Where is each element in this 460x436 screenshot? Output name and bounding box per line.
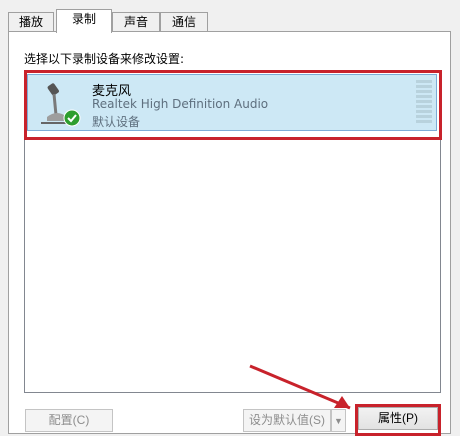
properties-button[interactable]: 属性(P)	[358, 407, 438, 430]
tab-recording[interactable]: 录制	[56, 9, 112, 33]
tab-playback[interactable]: 播放	[8, 12, 54, 31]
check-icon	[63, 109, 81, 127]
device-list[interactable]: 麦克风 Realtek High Definition Audio 默认设备	[24, 71, 441, 393]
level-meter	[416, 80, 432, 125]
chevron-down-icon: ▼	[334, 416, 343, 426]
set-default-button[interactable]: 设为默认值(S)	[243, 409, 331, 432]
device-item-microphone[interactable]: 麦克风 Realtek High Definition Audio 默认设备	[27, 74, 437, 131]
tab-sounds[interactable]: 声音	[112, 12, 160, 31]
recording-panel: 选择以下录制设备来修改设置: 麦克风 Realtek High Definiti…	[8, 31, 451, 434]
configure-button[interactable]: 配置(C)	[25, 409, 113, 432]
instruction-text: 选择以下录制设备来修改设置:	[24, 52, 185, 66]
tab-communications[interactable]: 通信	[160, 12, 208, 31]
device-driver: Realtek High Definition Audio	[92, 97, 269, 111]
set-default-dropdown-button[interactable]: ▼	[331, 409, 346, 432]
device-status: 默认设备	[92, 115, 141, 129]
